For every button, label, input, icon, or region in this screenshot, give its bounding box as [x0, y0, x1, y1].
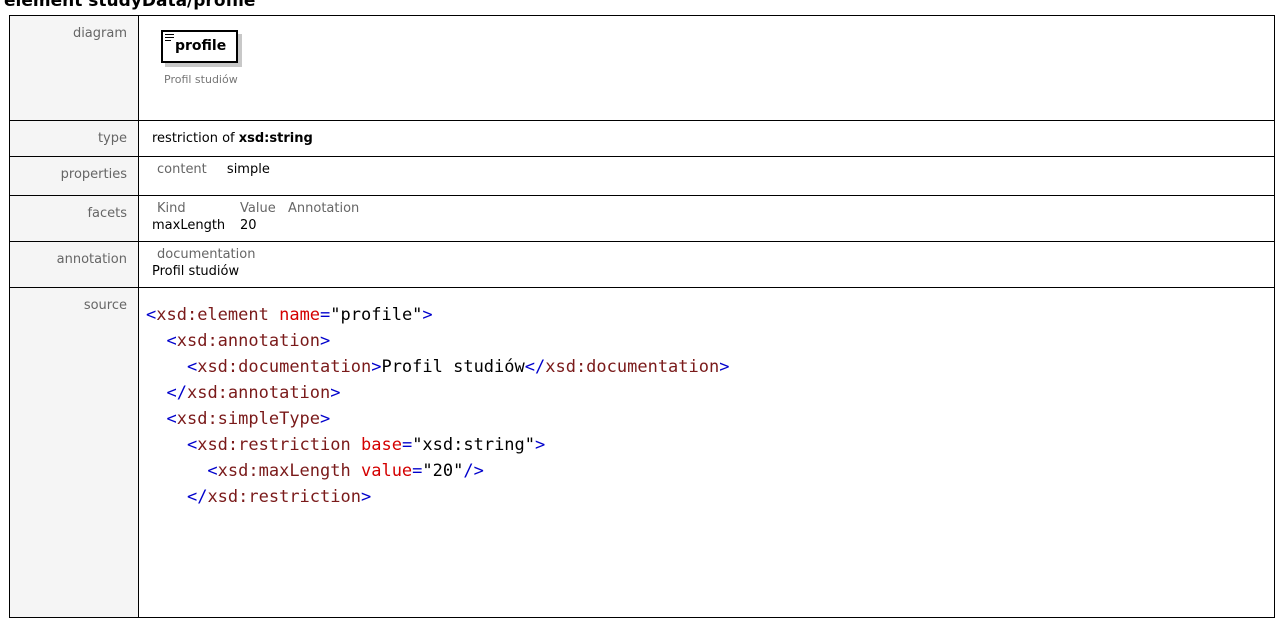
- annotation-text: Profil studiów: [152, 264, 240, 279]
- facets-row: facets Kind Value Annotation maxLength 2…: [9, 195, 1275, 242]
- type-cell: restriction of xsd:string: [138, 120, 1275, 157]
- source-cell: <xsd:element name="profile"> <xsd:annota…: [138, 287, 1275, 618]
- type-label: type: [9, 120, 139, 157]
- element-node-box[interactable]: profile: [161, 30, 239, 63]
- element-lines-icon: [165, 34, 174, 42]
- property-key: content: [157, 162, 207, 177]
- diagram-cell: profile Profil studiów: [138, 15, 1275, 121]
- source-line: <xsd:documentation>Profil studiów</xsd:d…: [186, 357, 730, 377]
- type-base-link[interactable]: xsd:string: [239, 131, 313, 146]
- facets-table: Kind Value Annotation maxLength 20: [152, 201, 1274, 233]
- property-value: simple: [226, 162, 270, 177]
- source-line: <xsd:element name="profile">: [146, 305, 433, 325]
- source-line: </xsd:annotation>: [166, 383, 341, 403]
- source-line: <xsd:annotation>: [166, 331, 331, 351]
- annotation-label: annotation: [9, 241, 139, 288]
- diagram-row: diagram profile Profil studiów: [9, 15, 1275, 121]
- annotation-cell: documentation Profil studiów: [138, 241, 1275, 288]
- properties-label: properties: [9, 156, 139, 196]
- source-line: <xsd:simpleType>: [166, 409, 331, 429]
- source-line: </xsd:restriction>: [186, 487, 372, 507]
- facets-cell: Kind Value Annotation maxLength 20: [138, 195, 1275, 242]
- element-node-caption: Profil studiów: [164, 73, 238, 86]
- properties-row: properties content simple: [9, 156, 1275, 196]
- facet-annotation: [288, 216, 1274, 233]
- page-title: element studyData/profile: [4, 0, 256, 11]
- element-properties-table: diagram profile Profil studiów type rest…: [9, 15, 1275, 618]
- type-row: type restriction of xsd:string: [9, 120, 1275, 157]
- element-node-name: profile: [175, 38, 227, 54]
- facet-kind: maxLength: [152, 218, 226, 233]
- type-prefix: restriction of: [152, 131, 235, 146]
- facets-header-kind: Kind: [157, 201, 186, 216]
- properties-cell: content simple: [138, 156, 1275, 196]
- facet-value: 20: [240, 218, 257, 233]
- source-line: <xsd:restriction base="xsd:string">: [186, 435, 546, 455]
- element-diagram[interactable]: profile Profil studiów: [161, 30, 273, 86]
- facets-header-annotation: Annotation: [288, 201, 360, 216]
- annotation-row: annotation documentation Profil studiów: [9, 241, 1275, 288]
- annotation-heading: documentation: [157, 247, 256, 262]
- facets-header-value: Value: [240, 201, 276, 216]
- source-label: source: [9, 287, 139, 618]
- source-line: <xsd:maxLength value="20"/>: [207, 461, 484, 481]
- facets-label: facets: [9, 195, 139, 242]
- diagram-label: diagram: [9, 15, 139, 121]
- source-row: source <xsd:element name="profile"> <xsd…: [9, 287, 1275, 618]
- source-code[interactable]: <xsd:element name="profile"> <xsd:annota…: [146, 302, 1274, 510]
